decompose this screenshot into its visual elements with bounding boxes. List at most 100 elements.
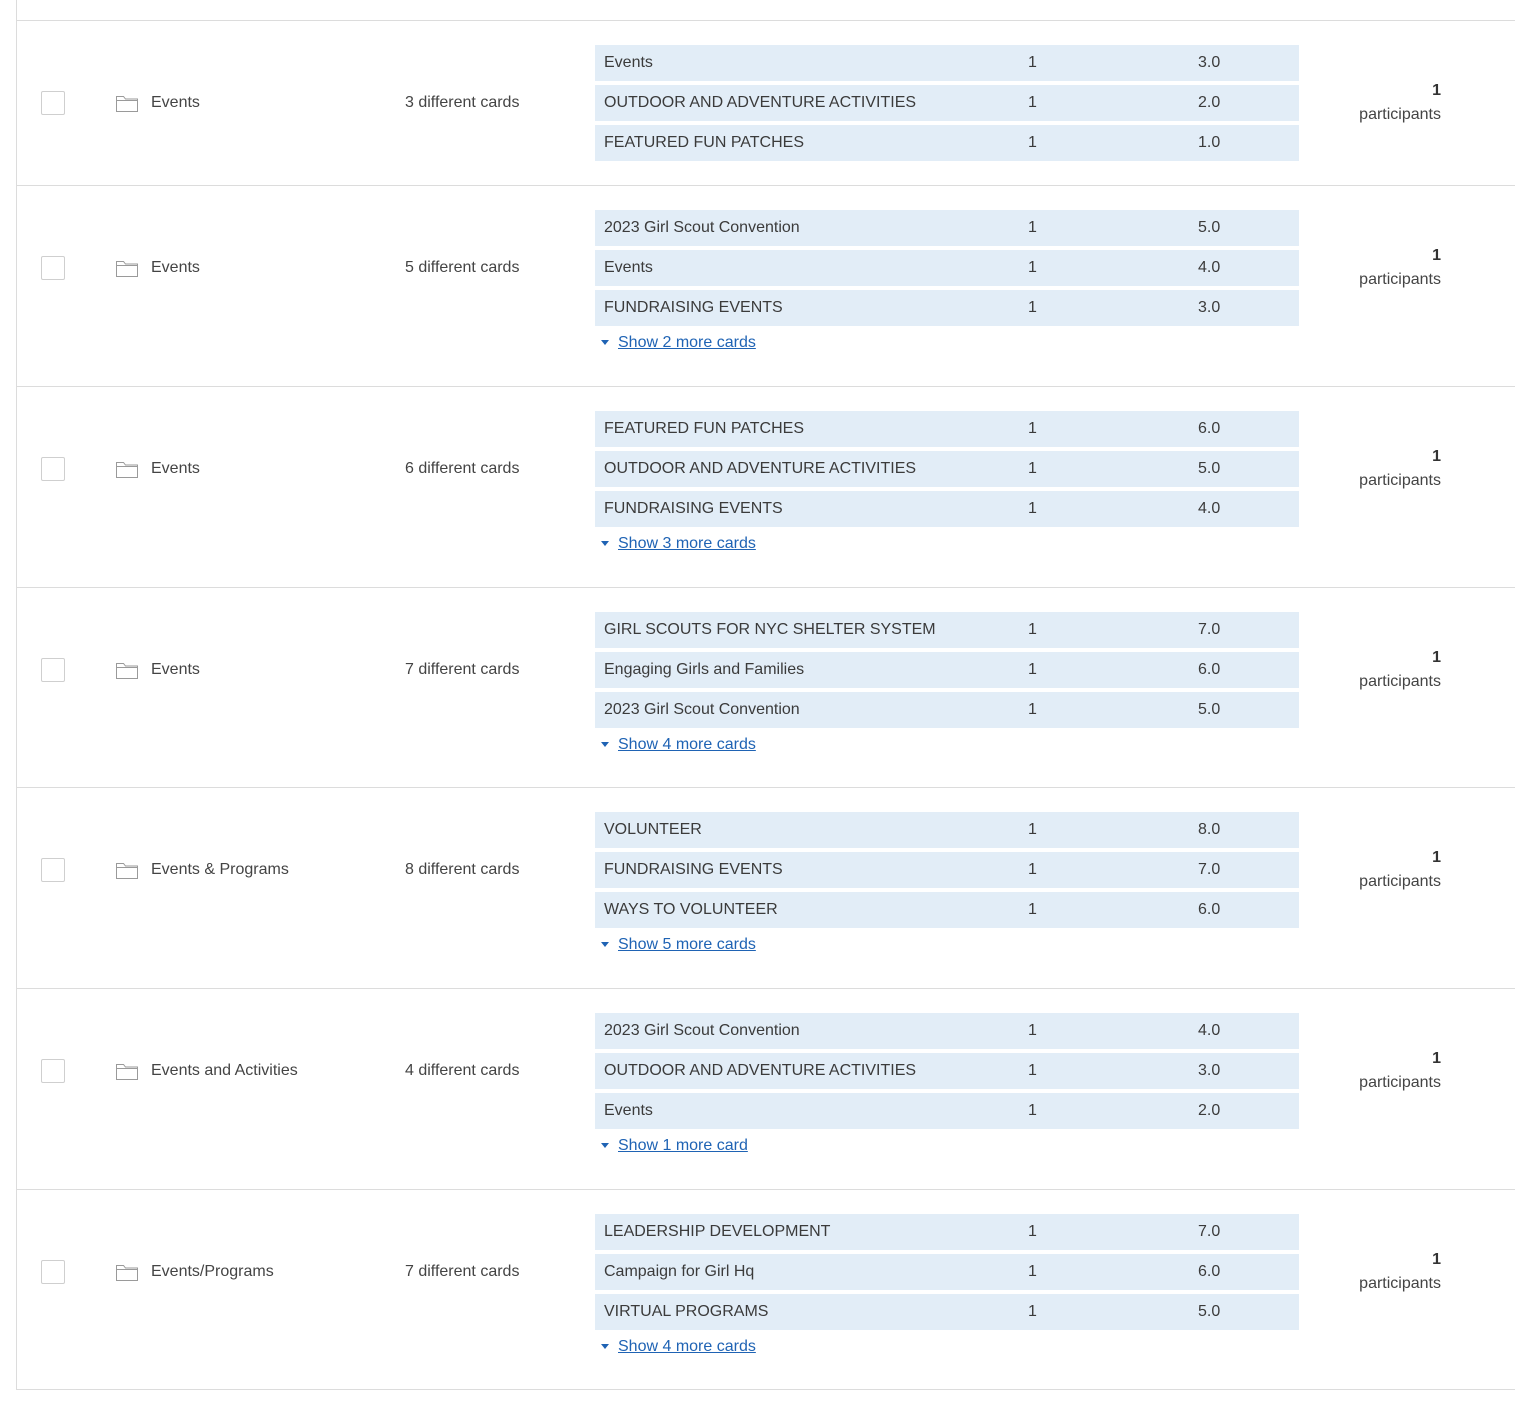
participants-count: 1	[1432, 649, 1441, 666]
card-score: 7.0	[1198, 861, 1221, 878]
card-name: FEATURED FUN PATCHES	[604, 420, 805, 437]
participants-label: participants	[1359, 472, 1441, 489]
row-checkbox[interactable]	[41, 91, 65, 115]
card-item: FUNDRAISING EVENTS 1 7.0	[595, 852, 1299, 888]
show-more-label: Show 5 more cards	[618, 936, 756, 953]
participants-label: participants	[1359, 1074, 1441, 1091]
card-score: 3.0	[1198, 54, 1221, 71]
table-row: Events & Programs 8 different cards VOLUNT…	[17, 788, 1515, 989]
show-more-cards-link[interactable]: Show 5 more cards	[595, 936, 1299, 958]
caret-down-icon	[601, 742, 609, 747]
participants-cell: 1 participants	[1335, 1047, 1441, 1095]
participants-label: participants	[1359, 271, 1441, 288]
card-score: 5.0	[1198, 1303, 1221, 1320]
participants-label: participants	[1359, 106, 1441, 123]
card-item: Events 1 4.0	[595, 250, 1299, 286]
participants-label: participants	[1359, 873, 1441, 890]
card-name: LEADERSHIP DEVELOPMENT	[604, 1223, 831, 1240]
card-score: 5.0	[1198, 219, 1221, 236]
card-name: GIRL SCOUTS FOR NYC SHELTER SYSTEM	[604, 621, 936, 638]
table-row: Events/Programs 7 different cards LEADERSH…	[17, 1190, 1515, 1390]
show-more-cards-link[interactable]: Show 4 more cards	[595, 1338, 1299, 1360]
card-score: 2.0	[1198, 94, 1221, 111]
folder-icon	[115, 1061, 139, 1081]
row-checkbox[interactable]	[41, 1059, 65, 1083]
folder-name: Events	[151, 661, 200, 678]
folder-name: Events and Activities	[151, 1062, 298, 1079]
show-more-cards-link[interactable]: Show 3 more cards	[595, 535, 1299, 557]
show-more-label: Show 4 more cards	[618, 736, 756, 753]
row-checkbox[interactable]	[41, 658, 65, 682]
card-name: FUNDRAISING EVENTS	[604, 299, 783, 316]
card-count: 1	[1028, 259, 1037, 276]
card-name: 2023 Girl Scout Convention	[604, 701, 800, 718]
card-item: GIRL SCOUTS FOR NYC SHELTER SYSTEM 1 7.0	[595, 612, 1299, 648]
card-score: 5.0	[1198, 460, 1221, 477]
folder-name: Events	[151, 94, 200, 111]
show-more-cards-link[interactable]: Show 1 more card	[595, 1137, 1299, 1159]
row-checkbox[interactable]	[41, 457, 65, 481]
card-list: Events 1 3.0 OUTDOOR AND ADVENTURE ACTIVITI…	[595, 45, 1299, 165]
participants-cell: 1 participants	[1335, 646, 1441, 694]
card-count: 1	[1028, 1022, 1037, 1039]
card-score: 6.0	[1198, 661, 1221, 678]
card-score: 3.0	[1198, 1062, 1221, 1079]
card-list: VOLUNTEER 1 8.0 FUNDRAISING EVENTS 1 7.0 WAYS …	[595, 812, 1299, 958]
show-more-cards-link[interactable]: Show 2 more cards	[595, 334, 1299, 356]
card-count: 1	[1028, 219, 1037, 236]
folder-icon	[115, 1262, 139, 1282]
card-item: Events 1 3.0	[595, 45, 1299, 81]
card-count: 1	[1028, 420, 1037, 437]
card-list: FEATURED FUN PATCHES 1 6.0 OUTDOOR AND ADVE…	[595, 411, 1299, 557]
show-more-label: Show 2 more cards	[618, 334, 756, 351]
cards-count: 3 different cards	[405, 94, 520, 111]
card-name: OUTDOOR AND ADVENTURE ACTIVITIES	[604, 460, 917, 477]
card-item: FUNDRAISING EVENTS 1 4.0	[595, 491, 1299, 527]
card-count: 1	[1028, 861, 1037, 878]
row-checkbox[interactable]	[41, 256, 65, 280]
caret-down-icon	[601, 942, 609, 947]
card-list: GIRL SCOUTS FOR NYC SHELTER SYSTEM 1 7.0 En…	[595, 612, 1299, 758]
show-more-label: Show 4 more cards	[618, 1338, 756, 1355]
participants-label: participants	[1359, 673, 1441, 690]
card-score: 5.0	[1198, 701, 1221, 718]
card-count: 1	[1028, 1102, 1037, 1119]
card-item: 2023 Girl Scout Convention 1 5.0	[595, 210, 1299, 246]
card-name: 2023 Girl Scout Convention	[604, 219, 800, 236]
participants-cell: 1 participants	[1335, 445, 1441, 493]
card-count: 1	[1028, 500, 1037, 517]
card-item: VIRTUAL PROGRAMS 1 5.0	[595, 1294, 1299, 1330]
participants-cell: 1 participants	[1335, 1248, 1441, 1296]
show-more-cards-link[interactable]: Show 4 more cards	[595, 736, 1299, 758]
card-name: WAYS TO VOLUNTEER	[604, 901, 778, 918]
card-item: 2023 Girl Scout Convention 1 5.0	[595, 692, 1299, 728]
folder-icon	[115, 459, 139, 479]
card-score: 6.0	[1198, 901, 1221, 918]
participants-cell: 1 participants	[1335, 244, 1441, 292]
card-score: 4.0	[1198, 1022, 1221, 1039]
card-item: OUTDOOR AND ADVENTURE ACTIVITIES 1 3.0	[595, 1053, 1299, 1089]
card-count: 1	[1028, 299, 1037, 316]
caret-down-icon	[601, 541, 609, 546]
card-item: FEATURED FUN PATCHES 1 1.0	[595, 125, 1299, 161]
cards-count: 7 different cards	[405, 661, 520, 678]
folder-name: Events	[151, 460, 200, 477]
row-checkbox[interactable]	[41, 858, 65, 882]
card-name: Events	[604, 259, 653, 276]
card-list: 2023 Girl Scout Convention 1 5.0 Events 1 4.0…	[595, 210, 1299, 356]
card-count: 1	[1028, 1062, 1037, 1079]
show-more-label: Show 1 more card	[618, 1137, 748, 1154]
card-name: Events	[604, 54, 653, 71]
participants-count: 1	[1432, 448, 1441, 465]
folder-name: Events & Programs	[151, 861, 289, 878]
caret-down-icon	[601, 1344, 609, 1349]
folder-icon	[115, 860, 139, 880]
card-count: 1	[1028, 460, 1037, 477]
card-count: 1	[1028, 54, 1037, 71]
card-item: FUNDRAISING EVENTS 1 3.0	[595, 290, 1299, 326]
cards-count: 8 different cards	[405, 861, 520, 878]
row-checkbox[interactable]	[41, 1260, 65, 1284]
card-list: LEADERSHIP DEVELOPMENT 1 7.0 Campaign for G…	[595, 1214, 1299, 1360]
participants-cell: 1 participants	[1335, 79, 1441, 127]
card-count: 1	[1028, 821, 1037, 838]
